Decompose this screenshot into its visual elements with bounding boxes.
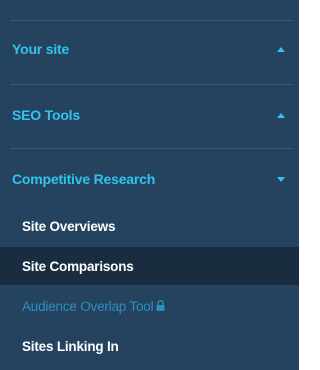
sidebar-item-label: Site Comparisons xyxy=(22,258,134,274)
sidebar-item-site-overviews[interactable]: Site Overviews xyxy=(0,207,299,245)
section-label: SEO Tools xyxy=(12,107,80,123)
sidebar-item-sites-linking-in[interactable]: Sites Linking In xyxy=(0,327,299,365)
section-your-site[interactable]: Your site xyxy=(0,29,299,69)
section-label: Your site xyxy=(12,41,70,57)
caret-down-icon[interactable] xyxy=(277,176,285,182)
sidebar-item-label: Sites Linking In xyxy=(22,338,119,354)
sidebar-item-site-comparisons[interactable]: Site Comparisons xyxy=(0,247,299,285)
divider xyxy=(10,20,293,21)
sidebar-nav: Your site SEO Tools Competitive Research… xyxy=(0,0,299,370)
section-seo-tools[interactable]: SEO Tools xyxy=(0,95,299,135)
section-competitive-research[interactable]: Competitive Research xyxy=(0,159,299,199)
caret-up-icon[interactable] xyxy=(277,46,285,52)
sidebar-item-label: Site Overviews xyxy=(22,218,116,234)
sidebar-item-audience-overlap-tool[interactable]: Audience Overlap Tool xyxy=(0,287,299,325)
divider xyxy=(10,84,293,85)
sidebar-item-label: Audience Overlap Tool xyxy=(22,298,154,314)
divider xyxy=(10,148,293,149)
lock-icon xyxy=(156,299,165,314)
caret-up-icon[interactable] xyxy=(277,112,285,118)
section-label: Competitive Research xyxy=(12,171,156,187)
